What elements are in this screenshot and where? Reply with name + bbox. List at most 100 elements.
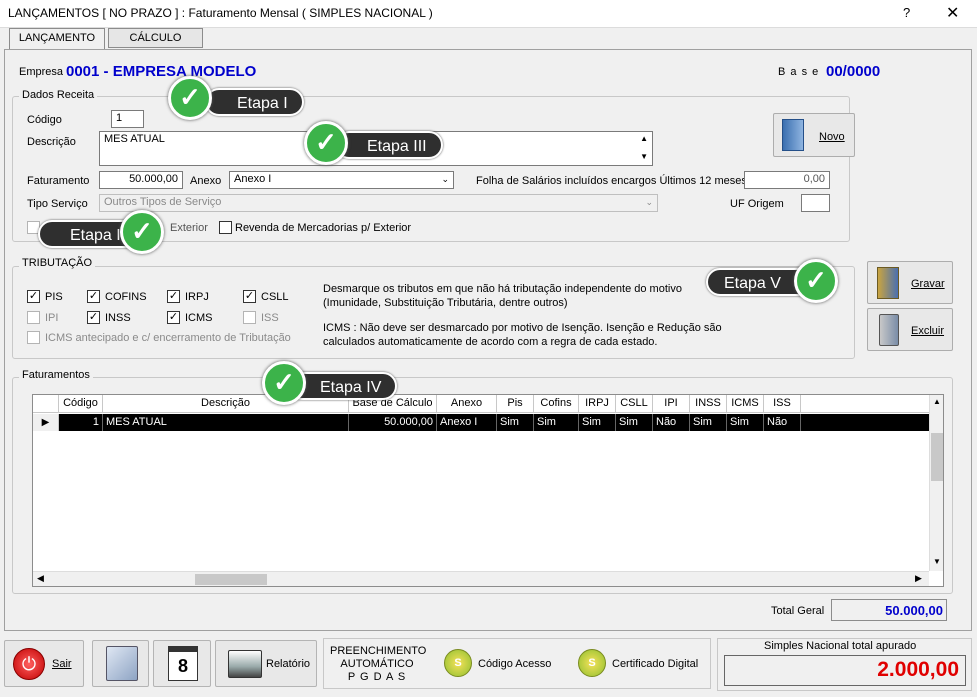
empresa-label: Empresa	[19, 66, 64, 78]
col-header-anexo[interactable]: Anexo	[437, 395, 497, 413]
table-cell-ipi[interactable]: Não	[653, 414, 690, 431]
col-header-pis[interactable]: Pis	[497, 395, 534, 413]
horizontal-scrollbar[interactable]: ◀ ▶	[33, 571, 929, 586]
tab-lancamento[interactable]: LANÇAMENTO	[9, 28, 105, 50]
icms-checkbox[interactable]: ✓	[167, 311, 180, 324]
descricao-label: Descrição	[27, 136, 76, 148]
pgdas-line-2: AUTOMÁTICO	[340, 658, 414, 670]
ipi-label: IPI	[45, 312, 59, 324]
tipo-servico-select[interactable]: Outros Tipos de Serviço ⌄	[99, 194, 658, 212]
simples-total-panel: Simples Nacional total apurado 2.000,00	[717, 638, 972, 691]
pgdas-title: PREENCHIMENTO AUTOMÁTICO P G D A S	[330, 645, 427, 684]
col-header-icms[interactable]: ICMS	[727, 395, 764, 413]
novo-button[interactable]: Novo	[773, 113, 855, 157]
col-header-iss[interactable]: ISS	[764, 395, 801, 413]
irpj-label: IRPJ	[185, 291, 209, 303]
col-header-inss[interactable]: INSS	[690, 395, 727, 413]
tipo-servico-label: Tipo Serviço	[27, 198, 88, 210]
calendar-icon: 8	[168, 646, 198, 681]
table-cell-csll[interactable]: Sim	[616, 414, 653, 431]
certificado-link[interactable]: Certificado Digital	[612, 658, 698, 670]
table-cell-iss[interactable]: Não	[764, 414, 801, 431]
scroll-up-icon[interactable]: ▲	[933, 397, 941, 406]
uf-origem-label: UF Origem	[730, 198, 784, 210]
table-cell-descricao[interactable]: MES ATUAL	[103, 414, 349, 431]
simples-total-label: Simples Nacional total apurado	[764, 640, 917, 652]
col-header-irpj[interactable]: IRPJ	[579, 395, 616, 413]
door-icon	[782, 119, 804, 151]
tab-calculo[interactable]: CÁLCULO	[108, 28, 203, 48]
scroll-down-icon[interactable]: ▼	[933, 557, 941, 566]
checkmark-icon: ✓	[794, 259, 838, 303]
revenda-label: Revenda de Mercadorias p/ Exterior	[235, 222, 412, 234]
printer-icon	[228, 650, 262, 678]
faturamento-input[interactable]: 50.000,00	[99, 171, 183, 189]
ipi-checkbox[interactable]	[27, 311, 40, 324]
checkmark-icon: ✓	[168, 76, 212, 120]
table-cell-anexo[interactable]: Anexo I	[437, 414, 497, 431]
iss-checkbox[interactable]	[243, 311, 256, 324]
calculator-button[interactable]	[92, 640, 149, 687]
calendar-button[interactable]: 8	[153, 640, 211, 687]
inss-checkbox[interactable]: ✓	[87, 311, 100, 324]
trash-icon	[879, 314, 899, 346]
cofins-checkbox[interactable]: ✓	[87, 290, 100, 303]
irpj-checkbox[interactable]: ✓	[167, 290, 180, 303]
icms-antecipado-checkbox[interactable]	[27, 331, 40, 344]
table-cell-base[interactable]: 50.000,00	[349, 414, 437, 431]
save-icon	[877, 267, 899, 299]
tributacao-note-1: Desmarque os tributos em que não há trib…	[323, 283, 682, 309]
sair-button[interactable]: ⏻ Sair	[4, 640, 84, 687]
col-header-cofins[interactable]: Cofins	[534, 395, 579, 413]
table-cell-codigo[interactable]: 1	[59, 414, 103, 431]
window-title: LANÇAMENTOS [ NO PRAZO ] : Faturamento M…	[8, 6, 433, 20]
current-row-arrow-icon: ▶	[33, 414, 59, 431]
revenda-checkbox[interactable]	[219, 221, 232, 234]
table-cell-icms[interactable]: Sim	[727, 414, 764, 431]
codigo-acesso-icon[interactable]: S	[444, 649, 472, 677]
calculator-icon	[106, 646, 138, 681]
col-header-filler	[801, 395, 929, 413]
faturamentos-table[interactable]: Código Descrição Base de Cálculo Anexo P…	[32, 394, 944, 587]
scroll-left-icon[interactable]: ◀	[37, 573, 44, 584]
tributacao-note-2: ICMS : Não deve ser desmarcado por motiv…	[323, 322, 722, 348]
vertical-scrollbar[interactable]: ▲ ▼	[929, 395, 943, 571]
relatorio-button[interactable]: Relatório	[215, 640, 317, 687]
help-button[interactable]: ?	[903, 5, 910, 20]
table-cell-pis[interactable]: Sim	[497, 414, 534, 431]
base-value: 00/0000	[826, 63, 881, 80]
table-cell-cofins[interactable]: Sim	[534, 414, 579, 431]
scroll-thumb[interactable]	[931, 433, 943, 481]
iss-label: ISS	[261, 312, 279, 324]
icms-antecipado-label: ICMS antecipado e c/ encerramento de Tri…	[45, 332, 291, 344]
folha-input[interactable]: 0,00	[744, 171, 830, 189]
table-cell-inss[interactable]: Sim	[690, 414, 727, 431]
uf-origem-input[interactable]	[801, 194, 830, 212]
table-cell-filler	[801, 414, 929, 431]
certificado-icon[interactable]: S	[578, 649, 606, 677]
novo-label: Novo	[819, 131, 845, 143]
codigo-input[interactable]: 1	[111, 110, 144, 128]
codigo-acesso-link[interactable]: Código Acesso	[478, 658, 551, 670]
total-geral-label: Total Geral	[771, 605, 825, 617]
table-cell-irpj[interactable]: Sim	[579, 414, 616, 431]
scroll-thumb[interactable]	[195, 574, 267, 585]
anexo-select[interactable]: Anexo I ⌄	[229, 171, 454, 189]
col-header-codigo[interactable]: Código	[59, 395, 103, 413]
csll-checkbox[interactable]: ✓	[243, 290, 256, 303]
scroll-down-icon[interactable]: ▼	[640, 152, 648, 161]
col-header-ipi[interactable]: IPI	[653, 395, 690, 413]
gravar-button[interactable]: Gravar	[867, 261, 953, 304]
close-button[interactable]: ✕	[946, 3, 959, 23]
scroll-up-icon[interactable]: ▲	[640, 134, 648, 143]
base-label: B a s e	[778, 66, 820, 78]
pis-checkbox[interactable]: ✓	[27, 290, 40, 303]
pgdas-line-1: PREENCHIMENTO	[330, 645, 427, 657]
callout-etapa-3: Etapa III	[335, 131, 443, 159]
col-header-csll[interactable]: CSLL	[616, 395, 653, 413]
scroll-right-icon[interactable]: ▶	[915, 573, 922, 584]
excluir-button[interactable]: Excluir	[867, 308, 953, 351]
chevron-down-icon: ⌄	[645, 197, 653, 207]
callout-etapa-1: Etapa I	[205, 88, 304, 116]
icms-label: ICMS	[185, 312, 213, 324]
